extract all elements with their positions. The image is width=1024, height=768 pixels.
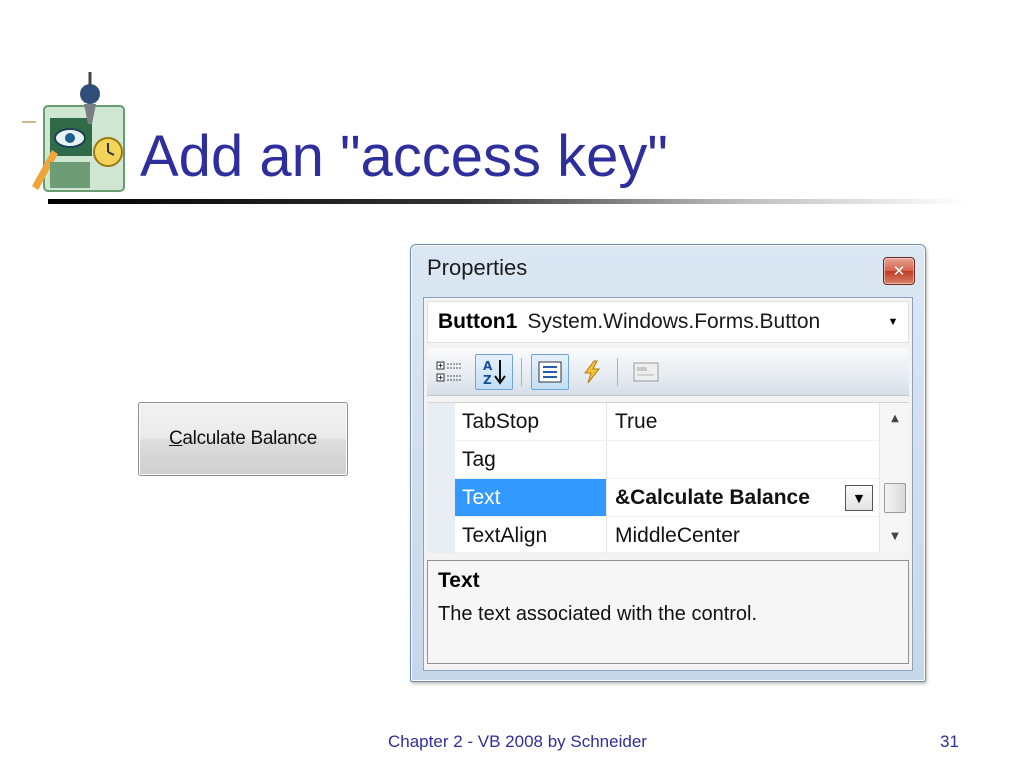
alphabetical-button[interactable]: A Z (475, 354, 513, 390)
properties-toolbar: A Z (427, 348, 909, 396)
property-row-text[interactable]: Text &Calculate Balance ▼ (455, 479, 879, 517)
toolbar-separator (617, 358, 618, 386)
description-text: The text associated with the control. (438, 603, 758, 625)
property-pages-button[interactable] (627, 354, 665, 390)
description-title: Text (438, 569, 480, 592)
slide-footer: Chapter 2 - VB 2008 by Schneider (388, 732, 647, 751)
object-type: System.Windows.Forms.Button (527, 310, 821, 333)
events-icon (584, 360, 601, 384)
close-button[interactable]: ✕ (883, 257, 915, 285)
properties-window: Properties ✕ Button1 System.Windows.Form… (410, 244, 926, 682)
grid-gutter (427, 403, 455, 553)
chevron-down-icon[interactable]: ▼ (878, 302, 908, 342)
chevron-down-icon[interactable]: ▼ (845, 485, 873, 511)
property-value[interactable] (608, 441, 879, 478)
categorized-icon (436, 361, 462, 382)
property-row-tabstop[interactable]: TabStop True (455, 403, 879, 441)
property-name: Tag (455, 441, 607, 478)
properties-panel: Button1 System.Windows.Forms.Button ▼ A … (423, 297, 913, 671)
title-divider (48, 199, 968, 204)
clipart-logo (22, 72, 125, 192)
scroll-down-icon[interactable]: ▼ (880, 521, 910, 551)
property-grid: TabStop True Tag Text &Calculate Balance… (427, 402, 909, 555)
calculate-balance-button[interactable]: Calculate Balance (138, 402, 348, 476)
alphabetical-icon: A Z (483, 359, 506, 387)
property-name: Text (455, 479, 607, 516)
property-value[interactable]: True (608, 403, 879, 440)
properties-view-button[interactable] (531, 354, 569, 390)
svg-text:Z: Z (483, 373, 492, 387)
property-pages-icon (633, 362, 659, 382)
access-key-letter: C (168, 428, 183, 449)
events-button[interactable] (573, 354, 611, 390)
property-value-input[interactable]: &Calculate Balance ▼ (608, 479, 879, 516)
properties-window-title: Properties (427, 255, 528, 280)
toolbar-separator (521, 358, 522, 386)
page-number: 31 (940, 732, 959, 751)
slide-title: Add an "access key" (140, 124, 669, 189)
close-icon: ✕ (892, 262, 906, 280)
property-row-textalign[interactable]: TextAlign MiddleCenter (455, 517, 879, 555)
property-name: TabStop (455, 403, 607, 440)
scroll-thumb[interactable] (884, 483, 906, 513)
object-name: Button1 (438, 310, 518, 333)
property-value[interactable]: MiddleCenter (608, 517, 879, 554)
categorized-button[interactable] (431, 354, 469, 390)
button-label-rest: alculate Balance (182, 428, 318, 449)
property-name: TextAlign (455, 517, 607, 554)
properties-icon (538, 361, 562, 383)
property-row-tag[interactable]: Tag (455, 441, 879, 479)
property-value-text: &Calculate Balance (615, 486, 810, 509)
svg-text:A: A (483, 359, 493, 373)
scroll-up-icon[interactable]: ▲ (880, 403, 910, 433)
vertical-scrollbar[interactable]: ▲ ▼ (879, 403, 909, 553)
object-selector[interactable]: Button1 System.Windows.Forms.Button ▼ (427, 301, 909, 343)
description-pane: Text The text associated with the contro… (427, 560, 909, 664)
